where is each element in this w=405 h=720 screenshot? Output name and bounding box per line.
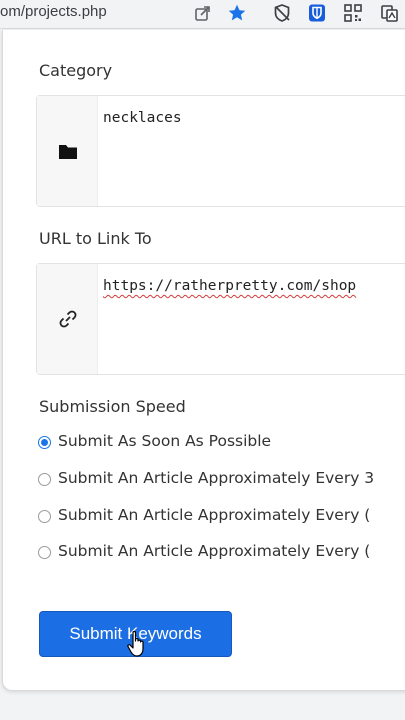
submission-speed-label: Submission Speed [39,397,186,416]
link-icon [59,310,77,328]
speed-option-label: Submit An Article Approximately Every 3 [58,469,375,487]
radio-button[interactable] [38,473,51,486]
category-field[interactable]: necklaces [36,95,405,207]
radio-button[interactable] [38,546,51,559]
speed-option-label: Submit An Article Approximately Every ( [58,506,371,524]
share-icon[interactable] [193,3,213,23]
speed-option-label: Submit As Soon As Possible [58,432,272,450]
radio-button[interactable] [38,510,51,523]
url-label: URL to Link To [39,229,152,248]
folder-icon [59,145,77,159]
shield-icon[interactable] [272,3,292,23]
qr-code-icon[interactable] [343,3,363,23]
category-value[interactable]: necklaces [103,110,182,126]
category-label: Category [39,61,113,80]
url-field[interactable]: https://ratherpretty.com/shop [36,263,405,375]
category-addon [37,96,98,206]
bitwarden-icon[interactable] [307,3,327,23]
extension-icon[interactable] [379,3,399,23]
url-text[interactable]: om/projects.php [0,3,107,20]
speed-option-label: Submit An Article Approximately Every ( [58,542,371,560]
browser-address-bar: om/projects.php [0,0,405,29]
radio-button-checked[interactable] [38,436,51,449]
url-value[interactable]: https://ratherpretty.com/shop [103,278,356,294]
hand-cursor-icon [127,630,144,657]
star-icon[interactable] [227,3,247,23]
url-addon [37,264,98,374]
